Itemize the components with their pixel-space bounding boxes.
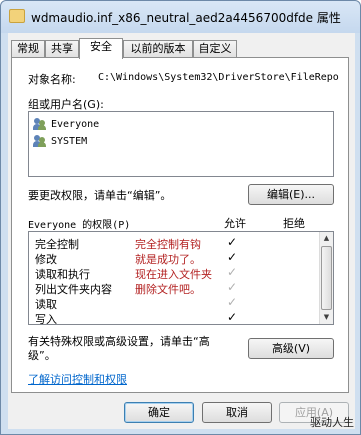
permission-note: 删除文件吧。 [135,283,201,296]
permission-name: 列出文件夹内容 [35,283,112,296]
tab-general[interactable]: 常规 [11,40,45,58]
window-title: wdmaudio.inf_x86_neutral_aed2a4456700dfd… [31,11,341,25]
title-bar[interactable]: wdmaudio.inf_x86_neutral_aed2a4456700dfd… [1,1,360,33]
properties-window: wdmaudio.inf_x86_neutral_aed2a4456700dfd… [0,0,361,435]
scroll-down-icon[interactable]: ▼ [320,311,333,324]
allow-check-icon[interactable]: ✓ [227,250,237,264]
tab-customize[interactable]: 自定义 [193,40,237,58]
allow-header: 允许 [224,217,246,230]
permission-name: 读取 [35,298,57,311]
user-name: Everyone [51,118,100,130]
permission-row: 完全控制 完全控制有钩 ✓ [33,235,313,251]
user-item-everyone[interactable]: Everyone [33,116,99,132]
user-group-icon [33,135,47,147]
scroll-up-icon[interactable]: ▲ [320,232,333,245]
deny-header: 拒绝 [283,217,305,230]
permission-name: 完全控制 [35,238,79,251]
permission-note: 就是成功了。 [135,253,201,266]
permission-name: 读取和执行 [35,268,90,281]
permission-row: 读取和执行 现在进入文件夹 ✓ [33,265,313,281]
security-panel: 对象名称: C:\Windows\System32\DriverStore\Fi… [11,57,349,393]
allow-check-icon[interactable]: ✓ [227,235,237,249]
allow-check-icon[interactable]: ✓ [227,310,237,324]
tab-sharing[interactable]: 共享 [45,40,79,58]
permission-row: 列出文件夹内容 删除文件吧。 ✓ [33,280,313,296]
users-list[interactable]: Everyone SYSTEM [28,111,334,177]
allow-check-icon[interactable]: ✓ [227,295,237,309]
permission-row: 写入 ✓ [33,310,313,325]
scroll-thumb[interactable] [321,246,332,310]
tab-previous-versions[interactable]: 以前的版本 [123,40,193,58]
edit-button[interactable]: 编辑(E)... [248,184,334,205]
user-group-icon [33,118,47,130]
folder-icon [9,9,25,23]
permission-note: 完全控制有钩 [135,238,201,251]
object-name-label: 对象名称: [28,73,76,86]
ok-button[interactable]: 确定 [124,402,194,423]
user-item-system[interactable]: SYSTEM [33,133,87,149]
permission-note: 现在进入文件夹 [135,268,212,281]
dialog-client: 常规 共享 安全 以前的版本 自定义 对象名称: C:\Windows\Syst… [8,33,355,429]
permissions-label: Everyone 的权限(P) [28,220,131,231]
learn-access-control-link[interactable]: 了解访问控制和权限 [28,371,127,387]
allow-check-icon[interactable]: ✓ [227,280,237,294]
special-permissions-text: 有关特殊权限或高级设置，请单击“高级”。 [28,335,210,362]
permission-row: 修改 就是成功了。 ✓ [33,250,313,266]
change-permissions-text: 要更改权限，请单击“编辑”。 [28,189,172,202]
tab-security[interactable]: 安全 [79,38,123,59]
cancel-button[interactable]: 取消 [202,402,272,423]
groups-label: 组或用户名(G): [28,98,104,111]
allow-check-icon[interactable]: ✓ [227,265,237,279]
permission-name: 修改 [35,253,57,266]
object-name-value: C:\Windows\System32\DriverStore\FileRepo [98,72,339,83]
watermark-text: 驱动人生 [310,416,354,429]
permissions-list[interactable]: 完全控制 完全控制有钩 ✓ 修改 就是成功了。 ✓ 读取和执行 现在进入文件夹 … [28,231,334,325]
user-name: SYSTEM [51,135,88,147]
advanced-button[interactable]: 高级(V) [248,338,334,359]
permission-name: 写入 [35,313,57,325]
permissions-scrollbar[interactable]: ▲ ▼ [319,232,333,324]
permission-row: 读取 ✓ [33,295,313,311]
